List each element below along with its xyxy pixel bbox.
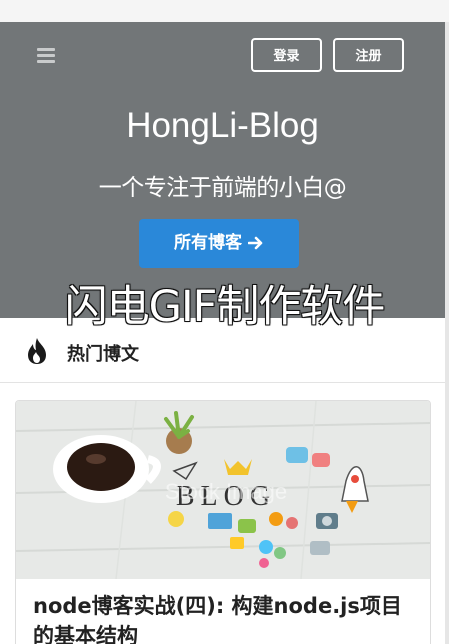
section-title: 热门博文 [67,344,139,365]
hot-posts-header: 热门博文 [0,318,445,383]
fire-icon [28,338,46,364]
site-title: HongLi-Blog [126,106,319,145]
post-title[interactable]: node博客实战(四): 构建node.js项目的基本结构 [33,591,418,644]
page: 登录 注册 HongLi-Blog 一个专注于前端的小白@ 所有博客 热门博文 [0,22,445,644]
login-button[interactable]: 登录 [251,38,322,72]
post-card[interactable]: BLOG Stock Image node博客实战(四): 构建node.js项… [15,400,431,644]
site-subtitle: 一个专注于前端的小白@ [98,175,347,201]
hero-header: 登录 注册 HongLi-Blog 一个专注于前端的小白@ 所有博客 [0,22,445,318]
register-button[interactable]: 注册 [333,38,404,72]
page-edge [445,22,449,644]
all-posts-label: 所有博客 [174,233,242,253]
post-thumbnail: BLOG Stock Image [16,401,430,579]
thumbnail-watermark: Stock Image [165,479,287,504]
hamburger-icon[interactable] [37,48,55,64]
all-posts-button[interactable]: 所有博客 [139,219,299,268]
arrow-right-icon [247,221,264,270]
top-strip [0,0,449,22]
